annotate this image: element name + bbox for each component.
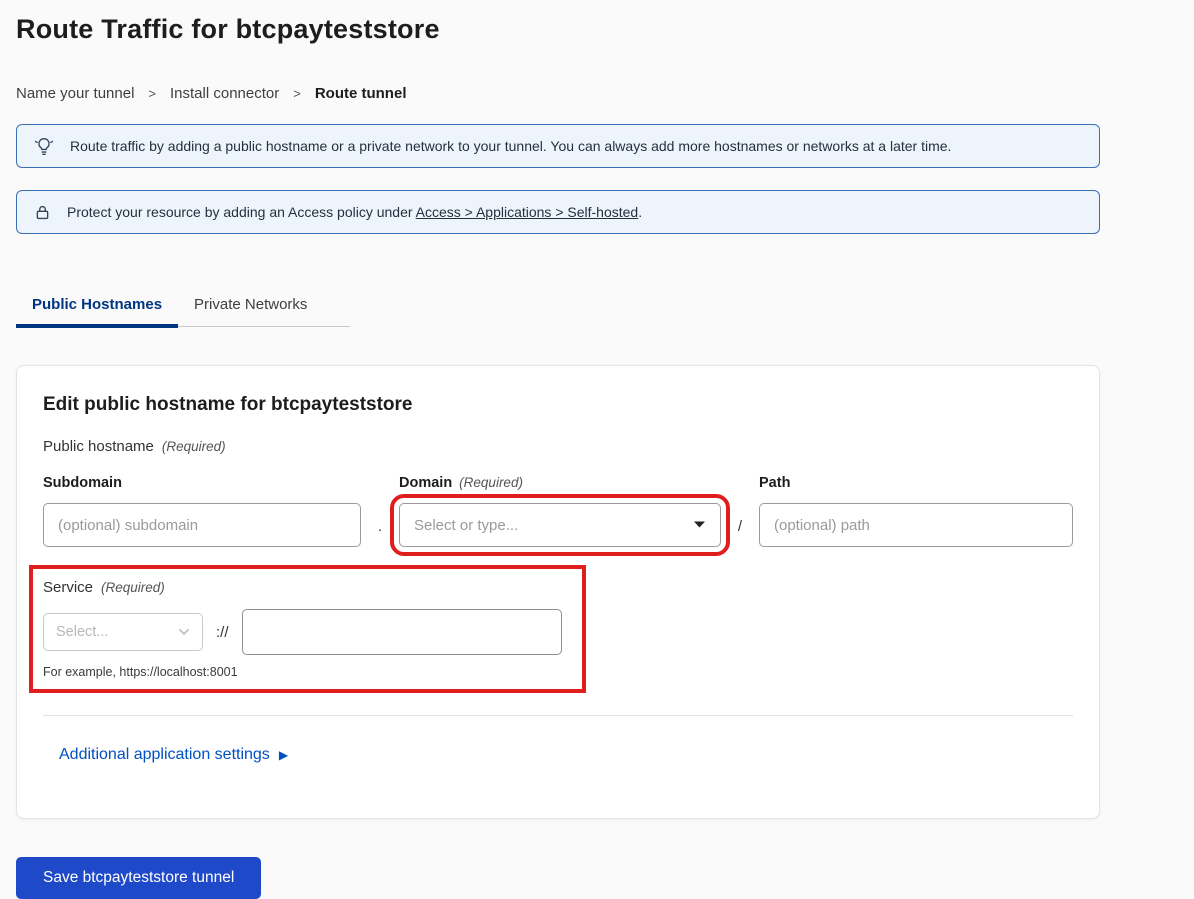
service-label: Service (Required) [43,579,562,596]
service-example-text: For example, https://localhost:8001 [43,665,562,679]
path-label: Path [759,475,1073,491]
breadcrumb: Name your tunnel > Install connector > R… [16,85,1178,102]
lightbulb-icon [33,135,55,157]
domain-select[interactable]: Select or type... [399,503,721,547]
tab-private-networks[interactable]: Private Networks [178,286,323,328]
subdomain-field: Subdomain [43,475,361,547]
card-heading: Edit public hostname for btcpayteststore [43,394,1073,416]
domain-label: Domain (Required) [399,475,721,491]
public-hostname-label: Public hostname (Required) [43,438,1073,455]
dot-separator: . [361,518,399,547]
service-label-text: Service [43,579,93,596]
service-type-select[interactable]: Select... [43,613,203,651]
path-field: Path [759,475,1073,547]
additional-settings-label: Additional application settings [59,746,270,764]
hostname-card: Edit public hostname for btcpayteststore… [16,365,1100,819]
service-type-value: Select... [56,624,108,640]
divider [43,715,1073,716]
tip-banner: Route traffic by adding a public hostnam… [16,124,1100,168]
service-row: Select... :// [43,609,562,655]
additional-settings-link[interactable]: Additional application settings ▶ [59,746,288,764]
breadcrumb-separator: > [148,86,156,101]
chevron-down-icon [693,516,706,534]
slash-separator: / [721,518,759,547]
subdomain-label-text: Subdomain [43,475,122,491]
expand-arrow-icon: ▶ [279,749,288,761]
save-tunnel-button[interactable]: Save btcpayteststore tunnel [16,857,261,899]
service-url-input[interactable] [242,609,562,655]
domain-select-value: Select or type... [414,517,518,534]
service-required-note: (Required) [101,580,165,595]
tab-public-hostnames[interactable]: Public Hostnames [16,286,178,328]
path-input[interactable] [759,503,1073,547]
access-banner-text-after: . [638,204,642,220]
breadcrumb-item-name-your-tunnel[interactable]: Name your tunnel [16,85,134,102]
required-note: (Required) [162,439,226,454]
subdomain-label: Subdomain [43,475,361,491]
service-section: Service (Required) Select... :// For exa… [43,579,572,679]
tip-banner-text: Route traffic by adding a public hostnam… [70,138,951,154]
access-policy-link[interactable]: Access > Applications > Self-hosted [416,204,639,220]
page: Route Traffic for btcpayteststore Name y… [0,0,1194,899]
protocol-separator: :// [216,624,229,641]
path-label-text: Path [759,475,790,491]
domain-required-note: (Required) [459,475,523,490]
access-banner-text-before: Protect your resource by adding an Acces… [67,204,416,220]
lock-icon [33,203,52,222]
page-title: Route Traffic for btcpayteststore [16,14,1178,45]
chevron-down-icon [178,623,190,641]
breadcrumb-separator: > [293,86,301,101]
domain-label-text: Domain [399,475,452,491]
tab-bar: Public Hostnames Private Networks [16,286,350,327]
breadcrumb-item-route-tunnel: Route tunnel [315,85,407,102]
subdomain-input[interactable] [43,503,361,547]
breadcrumb-item-install-connector[interactable]: Install connector [170,85,279,102]
public-hostname-label-text: Public hostname [43,438,154,455]
domain-field: Domain (Required) Select or type... [399,475,721,547]
hostname-row: Subdomain . Domain (Required) Select or … [43,475,1073,547]
access-banner-text: Protect your resource by adding an Acces… [67,204,642,220]
access-banner: Protect your resource by adding an Acces… [16,190,1100,234]
